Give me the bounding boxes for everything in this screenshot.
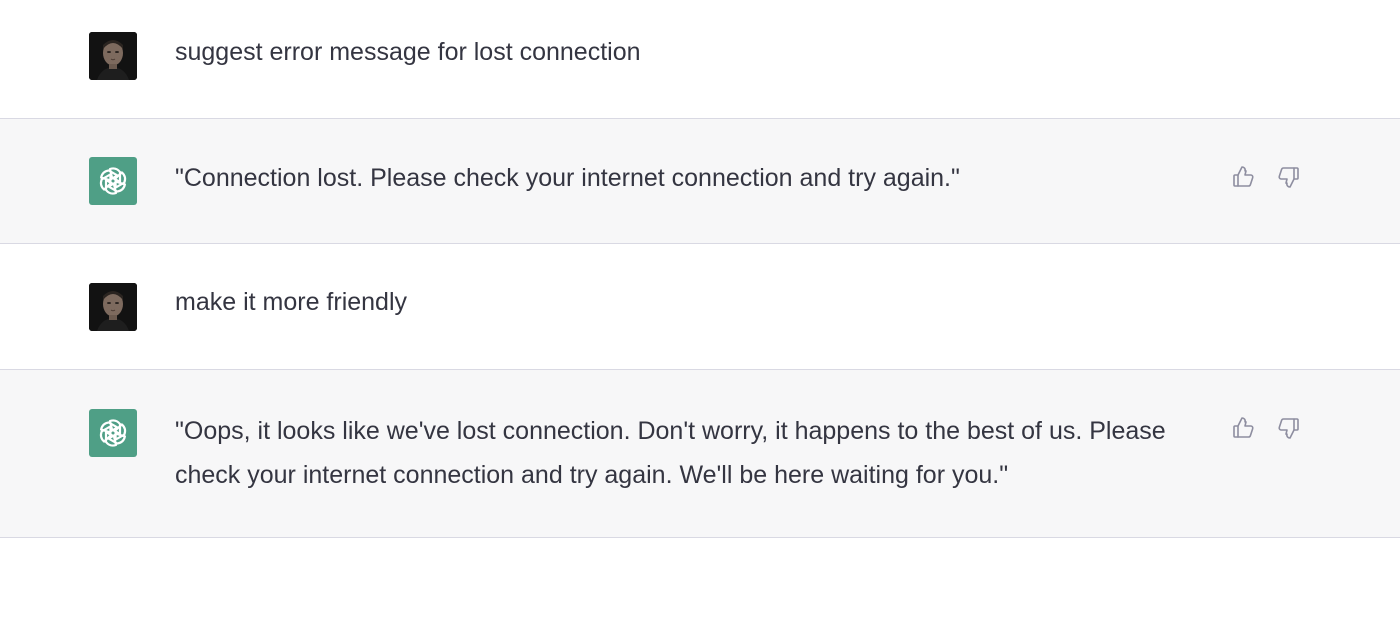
user-message: make it more friendly: [0, 244, 1400, 370]
openai-logo-icon: [89, 409, 137, 457]
conversation-thread: suggest error message for lost connectio…: [0, 0, 1400, 538]
assistant-message: "Oops, it looks like we've lost connecti…: [0, 370, 1400, 538]
feedback-controls: [1230, 164, 1302, 190]
thumbs-down-icon[interactable]: [1276, 164, 1302, 190]
message-text: "Oops, it looks like we've lost connecti…: [175, 417, 1166, 489]
message-text: "Connection lost. Please check your inte…: [175, 164, 960, 192]
thumbs-up-icon[interactable]: [1230, 415, 1256, 441]
openai-logo-icon: [89, 157, 137, 205]
message-text: suggest error message for lost connectio…: [175, 38, 641, 66]
user-avatar: [89, 32, 137, 80]
message-text: make it more friendly: [175, 288, 408, 316]
thumbs-up-icon[interactable]: [1230, 164, 1256, 190]
assistant-message: "Connection lost. Please check your inte…: [0, 119, 1400, 244]
feedback-controls: [1230, 415, 1302, 441]
user-avatar: [89, 283, 137, 331]
user-message: suggest error message for lost connectio…: [0, 0, 1400, 119]
thumbs-down-icon[interactable]: [1276, 415, 1302, 441]
